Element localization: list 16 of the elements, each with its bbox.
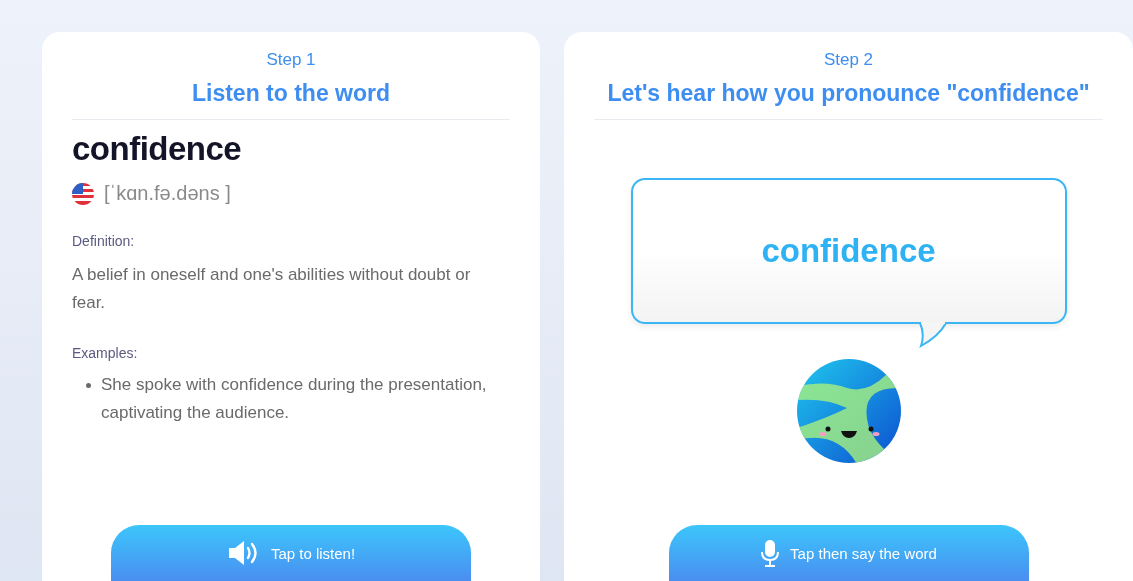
bullet-icon [86, 383, 91, 388]
record-button[interactable]: Tap then say the word [668, 525, 1029, 581]
definition-label: Definition: [72, 233, 136, 249]
pronunciation-text: [ˈkɑn.fə.dəns ] [104, 182, 231, 205]
card-title: Let's hear how you pronounce "confidence" [606, 80, 1091, 107]
step-label: Step 2 [822, 50, 875, 70]
listen-button[interactable]: Tap to listen! [111, 525, 471, 581]
bubble-word: confidence [761, 232, 936, 270]
definition-text: A belief in oneself and one's abilities without doubt or fear. [72, 264, 472, 314]
step-label: Step 1 [265, 50, 317, 70]
word-heading: confidence [72, 130, 243, 168]
flag-icon [72, 182, 94, 205]
card-title: Listen to the word [190, 80, 392, 107]
example-text: She spoke with confidence during the presentation, captivating the audience. [101, 374, 488, 424]
microphone-icon [760, 539, 781, 567]
examples-label: Examples: [72, 345, 139, 361]
